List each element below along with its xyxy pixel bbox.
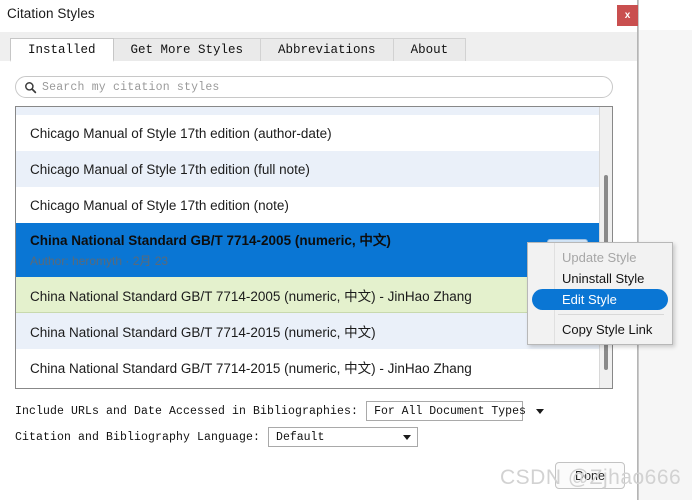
list-item-author-date: Author: heromyth · 2月 23	[30, 253, 169, 268]
include-urls-option: Include URLs and Date Accessed in Biblio…	[15, 401, 544, 421]
search-icon	[25, 81, 37, 93]
context-menu-item-label: Update Style	[562, 250, 637, 265]
chevron-down-icon	[535, 408, 544, 414]
context-menu-item-copy-style-link[interactable]: Copy Style Link	[528, 319, 672, 340]
language-label: Citation and Bibliography Language:	[15, 430, 261, 444]
context-menu-item-update-style: Update Style	[528, 247, 672, 268]
list-item-selected[interactable]: China National Standard GB/T 7714-2005 (…	[16, 223, 600, 277]
list-item-label: Chicago Manual of Style 17th edition (no…	[30, 197, 289, 213]
done-button[interactable]: Done	[555, 462, 625, 489]
list-item-partial[interactable]	[16, 107, 600, 115]
language-dropdown[interactable]: Default	[268, 427, 419, 447]
list-item-label: Chicago Manual of Style 17th edition (fu…	[30, 161, 310, 177]
close-button[interactable]: x	[617, 5, 638, 26]
search-placeholder-text: Search my citation styles	[42, 80, 220, 94]
list-item-label: China National Standard GB/T 7714-2015 (…	[30, 325, 376, 340]
list-item[interactable]: Chicago Manual of Style 17th edition (fu…	[16, 151, 600, 187]
tab-installed[interactable]: Installed	[10, 38, 114, 62]
tab-abbreviations[interactable]: Abbreviations	[260, 38, 394, 62]
context-menu-item-label: Edit Style	[562, 292, 617, 307]
list-item[interactable]: China National Standard GB/T 7714-2015 (…	[16, 349, 600, 385]
include-urls-dropdown[interactable]: For All Document Types	[366, 401, 544, 421]
tab-about[interactable]: About	[392, 38, 467, 62]
context-menu-item-uninstall-style[interactable]: Uninstall Style	[528, 268, 672, 289]
context-menu-item-label: Uninstall Style	[562, 271, 645, 286]
title-bar: Citation Styles x	[0, 0, 638, 32]
include-urls-label: Include URLs and Date Accessed in Biblio…	[15, 404, 359, 418]
list-item-label: China National Standard GB/T 7714-2015 (…	[30, 361, 472, 376]
list-item[interactable]: China National Standard GB/T 7714-2015 (…	[16, 313, 600, 349]
include-urls-value: For All Document Types	[374, 404, 526, 418]
language-option: Citation and Bibliography Language: Defa…	[15, 427, 419, 447]
list-item[interactable]: Chicago Manual of Style 17th edition (no…	[16, 187, 600, 223]
list-item[interactable]: Chicago Manual of Style 17th edition (au…	[16, 115, 600, 151]
tab-bar: Installed Get More Styles Abbreviations …	[0, 32, 637, 62]
list-item-label: China National Standard GB/T 7714-2005 (…	[30, 233, 391, 249]
style-list-items: Chicago Manual of Style 17th edition (au…	[16, 107, 600, 385]
search-input[interactable]: Search my citation styles	[15, 76, 613, 98]
style-list: Chicago Manual of Style 17th edition (au…	[15, 106, 613, 389]
context-menu-item-edit-style[interactable]: Edit Style	[532, 289, 668, 310]
list-item[interactable]: China National Standard GB/T 7714-2005 (…	[16, 277, 600, 313]
page-title: Citation Styles	[7, 6, 95, 21]
list-item-label: Chicago Manual of Style 17th edition (au…	[30, 125, 332, 141]
context-menu-separator	[558, 314, 664, 315]
context-menu: Update Style Uninstall Style Edit Style …	[527, 242, 673, 345]
context-menu-item-label: Copy Style Link	[562, 322, 653, 337]
list-item-label: China National Standard GB/T 7714-2005 (…	[30, 288, 472, 304]
host-page-top-strip	[639, 0, 692, 30]
tab-get-more-styles[interactable]: Get More Styles	[112, 38, 262, 62]
chevron-down-icon	[403, 434, 412, 440]
close-icon: x	[624, 9, 631, 21]
language-value: Default	[276, 430, 325, 444]
